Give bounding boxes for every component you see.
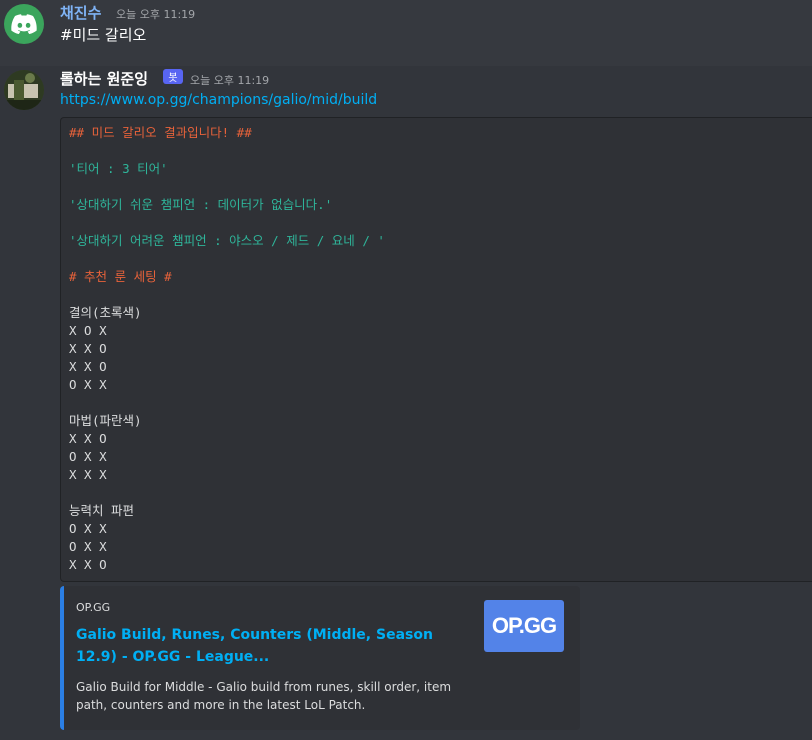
- message-chaejinsu: 채진수 오늘 오후 11:19 #미드 갈리오: [0, 0, 812, 58]
- code-line: 결의(초록색): [69, 305, 142, 320]
- code-line: ## 미드 갈리오 결과입니다! ##: [69, 125, 252, 140]
- code-line: O X X: [69, 521, 107, 536]
- message-bot: 롤하는 원준잉 봇 오늘 오후 11:19 https://www.op.gg/…: [0, 66, 812, 740]
- timestamp[interactable]: 오늘 오후 11:19: [116, 6, 195, 22]
- code-line: X X O: [69, 431, 107, 446]
- code-block: ## 미드 갈리오 결과입니다! ## '티어 : 3 티어' '상대하기 쉬운 챔…: [60, 117, 812, 582]
- code-line: '상대하기 어려운 챔피언 : 야스오 / 제드 / 요네 / ': [69, 233, 385, 248]
- username[interactable]: 롤하는 원준잉: [60, 68, 148, 89]
- embed-title[interactable]: Galio Build, Runes, Counters (Middle, Se…: [76, 624, 456, 668]
- code-line: X O X: [69, 323, 107, 338]
- code-line: O X X: [69, 377, 107, 392]
- code-line: '상대하기 쉬운 챔피언 : 데이터가 없습니다.': [69, 197, 333, 212]
- link-embed: OP.GG Galio Build, Runes, Counters (Midd…: [60, 586, 580, 730]
- username[interactable]: 채진수: [60, 2, 101, 23]
- message-link[interactable]: https://www.op.gg/champions/galio/mid/bu…: [60, 92, 377, 108]
- code-line: O X X: [69, 539, 107, 554]
- code-line: # 추천 룬 세팅 #: [69, 269, 172, 284]
- code-line: 마법(파란색): [69, 413, 142, 428]
- bot-avatar-image-icon: [4, 70, 44, 110]
- embed-provider[interactable]: OP.GG: [76, 601, 110, 614]
- code-line: X X X: [69, 467, 107, 482]
- embed-description: Galio Build for Middle - Galio build fro…: [76, 680, 452, 712]
- message-content: #미드 갈리오: [60, 26, 147, 44]
- code-line: 능력치 파편: [69, 503, 135, 518]
- code-line: X X O: [69, 359, 107, 374]
- code-line: X X O: [69, 341, 107, 356]
- timestamp[interactable]: 오늘 오후 11:19: [190, 72, 269, 88]
- discord-logo-icon: [11, 14, 37, 34]
- bot-avatar[interactable]: [4, 70, 44, 110]
- code-line: X X O: [69, 557, 107, 572]
- code-line: '티어 : 3 티어': [69, 161, 168, 176]
- bot-badge: 봇: [163, 69, 183, 84]
- embed-thumbnail[interactable]: OP.GG: [484, 600, 564, 652]
- code-line: O X X: [69, 449, 107, 464]
- user-avatar[interactable]: [4, 4, 44, 44]
